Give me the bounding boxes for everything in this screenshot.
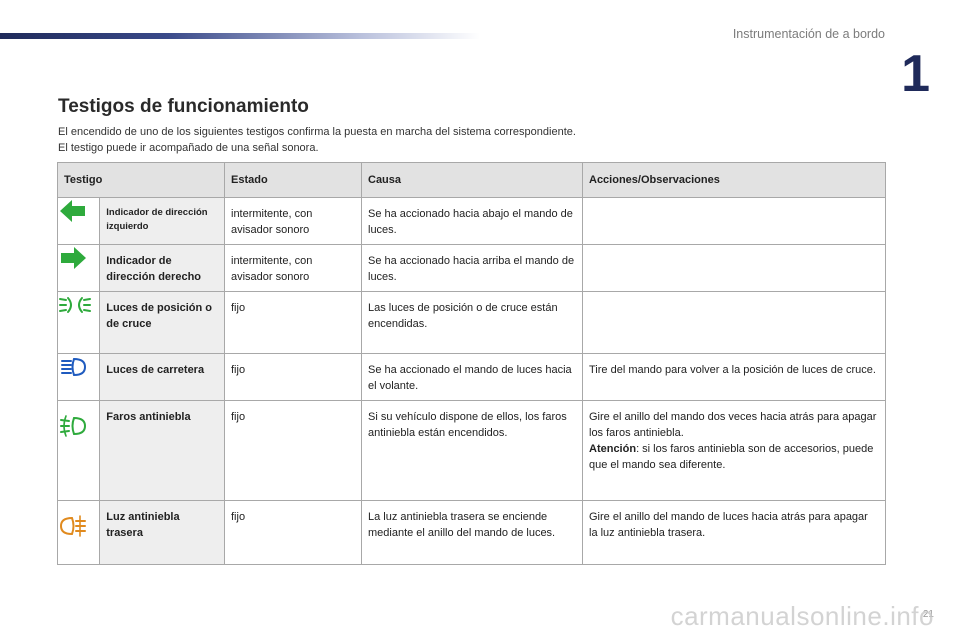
table-row: Indicador de dirección izquierdo intermi… <box>56 197 886 245</box>
intro-line-1: El encendido de uno de los siguientes te… <box>58 126 576 138</box>
row-name: Luces de posición o de cruce <box>99 291 225 354</box>
row-cause: Las luces de posición o de cruce están e… <box>361 291 583 354</box>
table-header-row: Testigo Estado Causa Acciones/Observacio… <box>57 162 886 198</box>
header-acciones: Acciones/Observaciones <box>582 162 886 198</box>
chapter-number: 1 <box>901 45 930 103</box>
high-beam-icon <box>61 357 87 377</box>
position-low-beam-icon <box>59 297 91 313</box>
row-state: fijo <box>224 500 362 565</box>
row-cause: Se ha accionado hacia arriba el mando de… <box>361 244 583 292</box>
row-name: Luces de carretera <box>99 353 225 401</box>
intro-line-2: El testigo puede ir acompañado de una se… <box>58 142 319 154</box>
rear-fog-light-icon <box>59 515 86 537</box>
row-name: Indicador de dirección derecho <box>99 244 225 292</box>
row-action: Gire el anillo del mando de luces hacia … <box>582 500 886 565</box>
table-row: Luces de carretera fijo Se ha accionado … <box>56 353 886 401</box>
row-action <box>582 291 886 354</box>
row-name: Faros antiniebla <box>99 400 225 501</box>
row-action: Gire el anillo del mando dos veces hacia… <box>582 400 886 501</box>
row-cause: Se ha accionado hacia abajo el mando de … <box>361 197 583 245</box>
left-turn-arrow-icon <box>60 200 85 222</box>
table-row: Indicador de dirección derecho intermite… <box>56 244 886 292</box>
icon-cell <box>56 500 101 565</box>
row-action-text: Gire el anillo del mando dos veces hacia… <box>589 411 877 439</box>
row-state: fijo <box>224 400 362 501</box>
icon-cell <box>56 353 101 401</box>
header-causa: Causa <box>361 162 583 198</box>
table-row: Luz antiniebla trasera fijo La luz antin… <box>56 500 886 565</box>
icon-cell <box>56 244 101 292</box>
icon-cell <box>56 400 101 501</box>
icon-cell <box>56 291 101 354</box>
front-fog-light-icon <box>60 415 87 437</box>
header-accent-bar <box>0 33 480 39</box>
row-cause: Se ha accionado el mando de luces hacia … <box>361 353 583 401</box>
row-cause: Si su vehículo dispone de ellos, los far… <box>361 400 583 501</box>
row-action <box>582 197 886 245</box>
row-action: Tire del mando para volver a la posición… <box>582 353 886 401</box>
right-turn-arrow-icon <box>61 247 86 269</box>
warning-lights-table: Testigo Estado Causa Acciones/Observacio… <box>56 162 886 565</box>
row-cause: La luz antiniebla trasera se enciende me… <box>361 500 583 565</box>
row-state: intermitente, con avisador sonoro <box>224 244 362 292</box>
table-row: Faros antiniebla fijo Si su vehículo dis… <box>56 400 886 501</box>
row-name: Indicador de dirección izquierdo <box>99 197 225 245</box>
page-title: Testigos de funcionamiento <box>58 96 309 117</box>
icon-cell <box>56 197 101 245</box>
header-estado: Estado <box>224 162 362 198</box>
watermark: carmanualsonline.info <box>670 601 934 631</box>
row-state: fijo <box>224 353 362 401</box>
row-name: Luz antiniebla trasera <box>99 500 225 565</box>
header-testigo: Testigo <box>57 162 225 198</box>
row-state: intermitente, con avisador sonoro <box>224 197 362 245</box>
note-label: Atención <box>589 443 637 455</box>
chapter-title: Instrumentación de a bordo <box>732 27 885 41</box>
table-row: Luces de posición o de cruce fijo Las lu… <box>56 291 886 354</box>
intro-text: El encendido de uno de los siguientes te… <box>58 124 576 156</box>
row-action <box>582 244 886 292</box>
row-state: fijo <box>224 291 362 354</box>
